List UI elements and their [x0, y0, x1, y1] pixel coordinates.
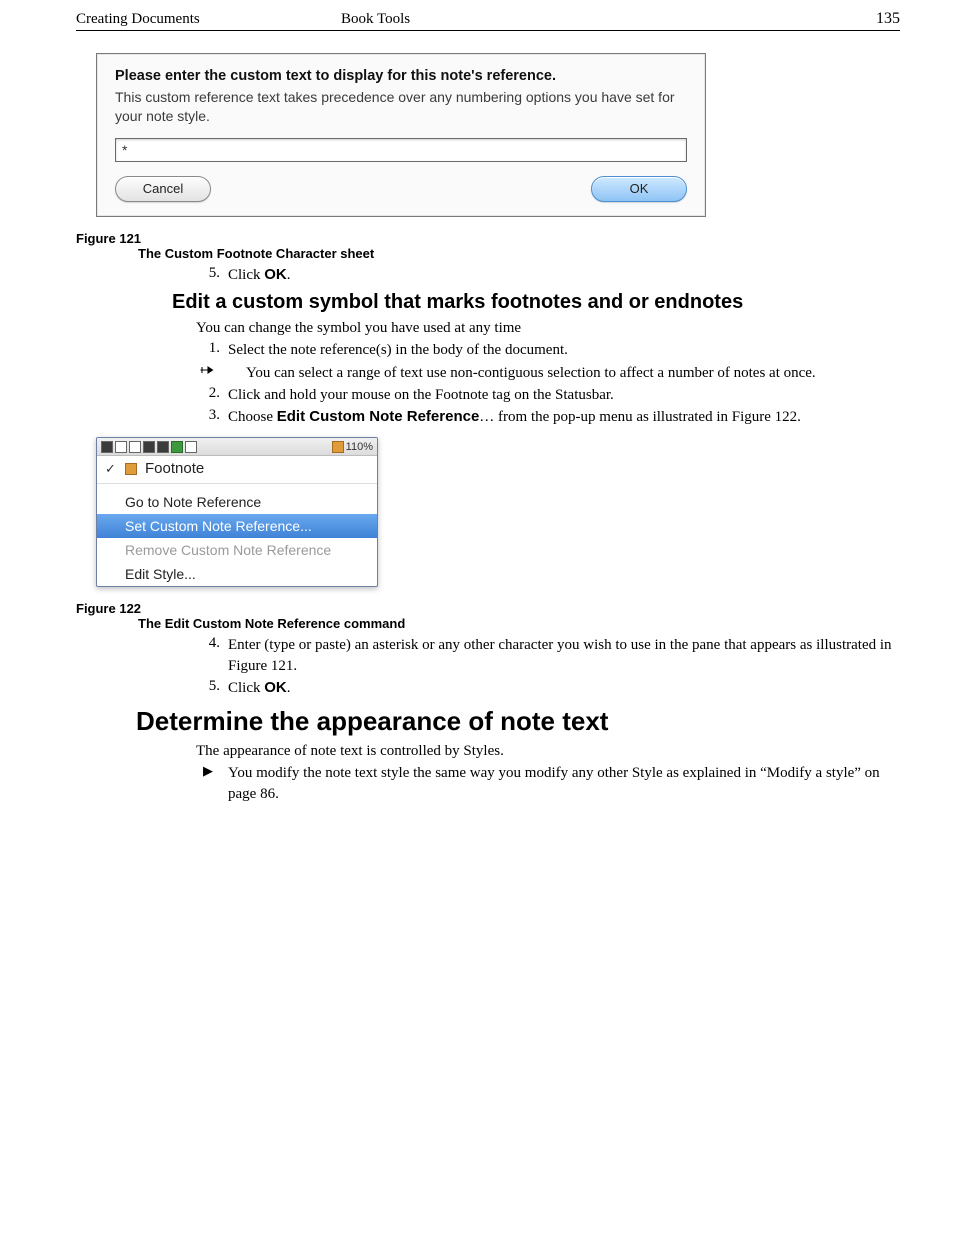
section-determine-appearance: Determine the appearance of note text — [136, 706, 900, 737]
page-number: 135 — [876, 10, 900, 28]
edit-step-3: 3. Choose Edit Custom Note Reference… fr… — [196, 407, 900, 427]
section-edit-custom-symbol: Edit a custom symbol that marks footnote… — [172, 291, 900, 314]
edit-intro: You can change the symbol you have used … — [196, 318, 900, 338]
figure-122-label: Figure 122 — [76, 601, 900, 616]
footnote-popup-menu: 110% ✓ Footnote Go to Note Reference Set… — [96, 437, 378, 587]
dialog-title: Please enter the custom text to display … — [115, 68, 687, 84]
determine-bullet: ▶ You modify the note text style the sam… — [196, 763, 900, 804]
statusbar-icon — [143, 441, 155, 453]
zoom-icon — [332, 441, 344, 453]
page-header: Creating Documents Book Tools 135 — [76, 10, 900, 31]
pointing-hand-icon — [196, 363, 220, 383]
header-center: Book Tools — [341, 11, 410, 28]
edit-step-2: 2. Click and hold your mouse on the Foot… — [196, 385, 900, 405]
statusbar-icon — [101, 441, 113, 453]
statusbar-icon — [185, 441, 197, 453]
dialog-figure: Please enter the custom text to display … — [96, 53, 900, 217]
menu-item-goto[interactable]: Go to Note Reference — [97, 490, 377, 514]
footnote-tag-icon — [125, 463, 137, 475]
step-text: Click OK. — [228, 265, 900, 285]
menu-item-remove-custom: Remove Custom Note Reference — [97, 538, 377, 562]
zoom-indicator: 110% — [332, 441, 373, 453]
determine-intro: The appearance of note text is controlle… — [196, 741, 900, 761]
figure-121-caption: The Custom Footnote Character sheet — [138, 246, 900, 261]
menu-item-set-custom[interactable]: Set Custom Note Reference... — [97, 514, 377, 538]
statusbar-icon — [115, 441, 127, 453]
dialog-body: This custom reference text takes precede… — [115, 88, 687, 126]
menu-heading-footnote[interactable]: ✓ Footnote — [97, 456, 377, 484]
custom-reference-dialog: Please enter the custom text to display … — [96, 53, 706, 217]
check-icon: ✓ — [105, 461, 116, 477]
statusbar-icon — [157, 441, 169, 453]
cancel-button[interactable]: Cancel — [115, 176, 211, 202]
step-number: 5. — [196, 265, 220, 285]
ok-button[interactable]: OK — [591, 176, 687, 202]
triangle-bullet-icon: ▶ — [196, 763, 220, 804]
post-step-5: 5. Click OK. — [196, 678, 900, 698]
post-step-4: 4. Enter (type or paste) an asterisk or … — [196, 635, 900, 676]
custom-text-input[interactable] — [115, 138, 687, 162]
edit-tip: You can select a range of text use non-c… — [196, 363, 900, 383]
figure-122-caption: The Edit Custom Note Reference command — [138, 616, 900, 631]
statusbar-strip: 110% — [97, 438, 377, 456]
header-left: Creating Documents — [76, 11, 341, 28]
menu-item-edit-style[interactable]: Edit Style... — [97, 562, 377, 586]
statusbar-icon — [171, 441, 183, 453]
statusbar-icon — [129, 441, 141, 453]
figure-121-label: Figure 121 — [76, 231, 900, 246]
step-5a: 5. Click OK. — [196, 265, 900, 285]
edit-step-1: 1. Select the note reference(s) in the b… — [196, 340, 900, 360]
menu-figure: 110% ✓ Footnote Go to Note Reference Set… — [96, 437, 900, 587]
